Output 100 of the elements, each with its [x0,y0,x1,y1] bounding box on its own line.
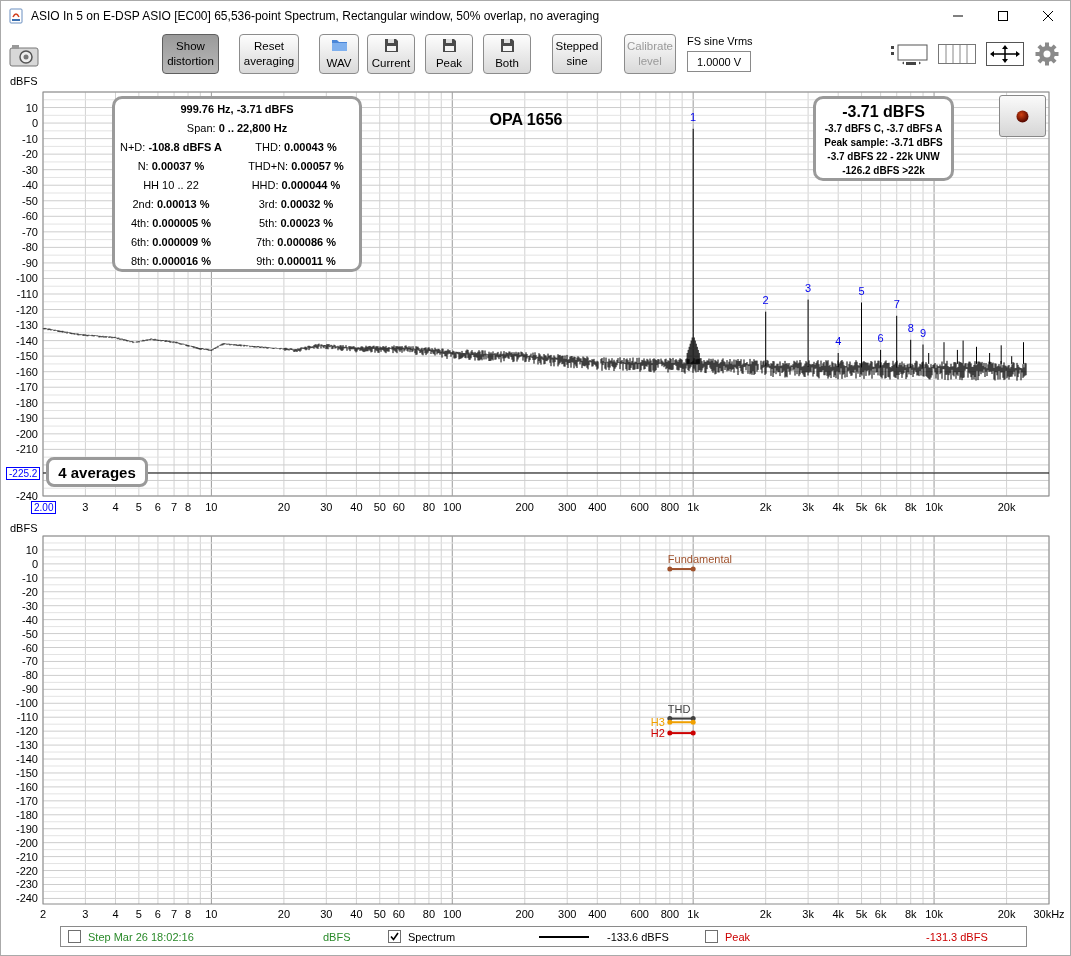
axis-tick-label: -70 [22,225,38,238]
peak-label: 8 [907,321,914,334]
axis-tick-label: -240 [15,490,38,502]
axis-tick-label: 80 [422,908,436,920]
axis-tick-label: 6 [154,501,161,513]
axis-tick-label: -60 [22,210,38,223]
legend-value: dBFS [323,930,352,943]
axis-tick-label: 200 [515,501,534,513]
axis-tick-label: -80 [22,669,38,682]
peak-label: 5 [858,284,865,297]
axis-tick-label: -210 [15,443,38,456]
axis-tick-label: 100 [443,501,462,513]
columns-icon[interactable] [938,44,976,64]
axis-tick-label: 100 [443,908,462,920]
axis-tick-label: -130 [15,739,38,752]
axis-tick-label: -80 [22,241,38,254]
axis-tick-label: -90 [22,683,38,696]
checkbox[interactable] [705,930,718,943]
axis-tick-label: -190 [15,822,38,835]
axis-tick-label: 30kHz [1033,908,1065,920]
axis-tick-label: 0 [31,557,38,570]
axis-tick-label: -50 [22,194,38,207]
move-arrows-icon[interactable] [986,42,1024,66]
cursor-level-readout: -225.2 [6,467,41,480]
stats-value: 6th: 0.000009 % [129,235,213,248]
axis-tick-label: 8k [904,501,917,513]
stats-value: 3rd: 0.00032 % [257,197,335,210]
toolbar-button[interactable]: Stepped sine [552,34,602,74]
stats-value: 7th: 0.000086 % [254,235,338,248]
toolbar-button[interactable]: Both [483,34,531,74]
axis-tick-label: 60 [392,908,405,920]
axis-tick-label: 800 [660,501,679,513]
folder-icon [330,38,348,52]
close-icon[interactable] [1042,11,1053,21]
record-icon [1016,109,1029,123]
axis-tick-label: 1k [687,908,699,920]
axis-tick-label: 5 [135,501,142,513]
axis-tick-label: 8 [184,908,192,920]
record-button[interactable] [999,95,1046,137]
axis-tick-label: -10 [22,132,38,145]
legend-label: Spectrum [408,930,456,943]
axis-tick-label: -120 [15,303,38,316]
layout-icon[interactable] [890,42,928,66]
checkbox[interactable] [68,930,81,943]
axis-tick-label: -40 [22,179,38,192]
axis-tick-label: -10 [22,571,38,584]
camera-icon[interactable] [9,43,39,67]
toolbar-button[interactable]: Peak [425,34,473,74]
axis-tick-label: 30 [320,501,333,513]
axis-tick-label: -200 [15,427,38,440]
stats-value: HH 10 .. 22 [142,178,200,191]
settings-icon[interactable] [1035,42,1059,66]
checkbox[interactable] [388,930,401,943]
stats-value: N+D: -108.8 dBFS A [119,140,223,153]
axis-unit-label: dBFS [10,523,38,534]
chart-title: OPA 1656 [489,111,563,128]
axis-tick-label: 20 [277,908,290,920]
stats-value: 9th: 0.000011 % [255,254,337,267]
axis-tick-label: 400 [588,501,607,513]
legend-value: -133.6 dBFS [607,930,670,943]
level-detail: Peak sample: -3.71 dBFS [824,136,943,150]
maximize-icon[interactable] [997,11,1008,21]
legend-value: -131.3 dBFS [926,930,989,943]
axis-tick-label: -240 [15,892,38,905]
axis-tick-label: 10 [25,543,38,556]
marker-label: H2 [650,727,665,740]
axis-tick-label: 3 [82,908,89,920]
axis-tick-label: 5k [855,908,868,920]
axis-tick-label: -50 [22,627,38,640]
axis-tick-label: -140 [15,753,38,766]
axis-tick-label: 2k [759,501,772,513]
axis-tick-label: -60 [22,641,38,654]
axis-tick-label: -30 [22,599,38,612]
axis-tick-label: -120 [15,725,38,738]
level-reading: -3.71 dBFS [842,102,925,122]
axis-tick-label: 10 [205,908,218,920]
axis-tick-label: 200 [515,908,534,920]
axis-tick-label: 0 [31,117,38,130]
axis-tick-label: -160 [15,365,38,378]
axis-tick-label: -150 [15,766,38,779]
toolbar-button[interactable]: Current [367,34,415,74]
peak-label: 9 [920,326,927,339]
axis-tick-label: -20 [22,148,38,161]
level-detail: -3.7 dBFS C, -3.7 dBFS A [824,122,943,136]
axis-tick-label: -180 [15,808,38,821]
toolbar-button[interactable]: Reset averaging [239,34,299,74]
toolbar-button[interactable]: Show distortion [162,34,219,74]
axis-tick-label: -40 [22,613,38,626]
fs-voltage-field[interactable]: 1.0000 V [687,51,751,72]
axis-tick-label: 3k [802,501,814,513]
axis-tick-label: 5 [135,908,142,920]
stats-value: THD+N: 0.00057 % [247,159,345,172]
app-icon [9,8,23,24]
axis-unit-label: dBFS [10,76,38,87]
axis-tick-label: 1k [687,501,699,513]
axis-tick-label: 600 [630,908,649,920]
axis-tick-label: 30 [320,908,333,920]
toolbar-button[interactable]: WAV [319,34,359,74]
axis-tick-label: 10k [925,501,943,513]
axis-tick-label: 4 [112,501,119,513]
